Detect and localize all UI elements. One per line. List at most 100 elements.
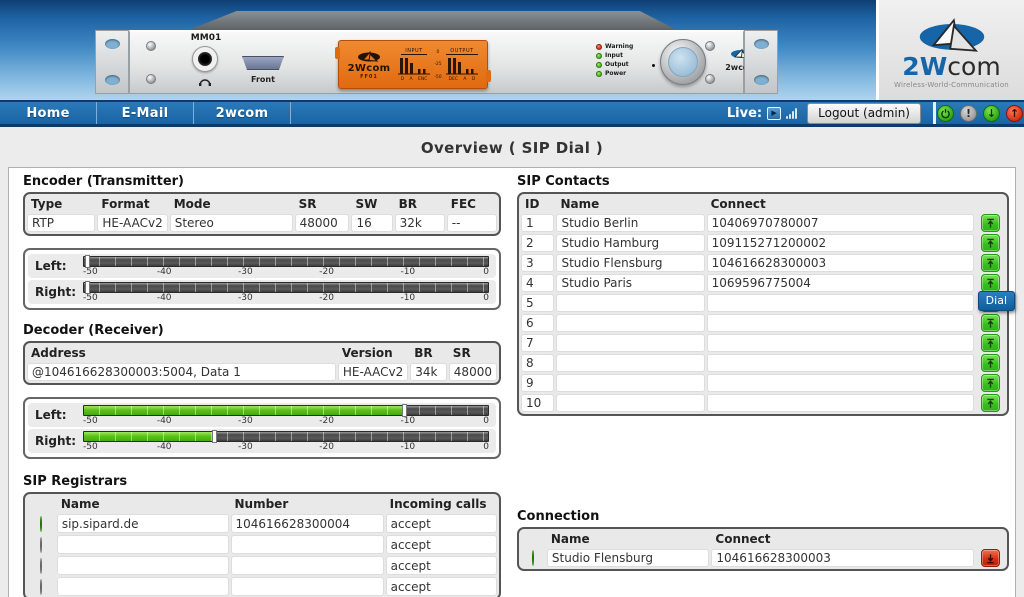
connection-table: Name Connect Studio Flensburg 1046166283… (517, 527, 1009, 571)
rack-hole (754, 75, 769, 85)
dial-button[interactable] (981, 394, 1000, 412)
meter-scale: -50-40-30-20-100 (83, 416, 489, 426)
contact-connect: 109115271200002 (707, 234, 975, 252)
content-panel: Encoder (Transmitter) Type Format Mode S… (8, 167, 1016, 597)
live-stream-group: Live: ▶ (727, 102, 797, 124)
device-led-block: Warning Input Output Power (596, 43, 633, 77)
registrar-number (231, 556, 384, 575)
registrar-status-led (40, 579, 42, 595)
level-marker (212, 430, 217, 443)
contact-row: 7 (521, 334, 1005, 352)
serial-port (242, 56, 284, 70)
level-marker (402, 404, 407, 417)
contact-name (556, 334, 704, 352)
dial-button[interactable] (981, 274, 1000, 292)
phone-pickup-icon (985, 338, 996, 349)
rack-ear-left (95, 30, 129, 94)
contact-id: 4 (521, 274, 554, 292)
registrar-number (231, 535, 384, 554)
registrar-incoming: accept (386, 535, 497, 554)
registrar-col-number: Number (231, 496, 384, 512)
contact-name (556, 354, 704, 372)
warning-status-icon: ! (960, 105, 977, 122)
phone-pickup-icon (985, 238, 996, 249)
decoder-heading: Decoder (Receiver) (23, 323, 501, 338)
encoder-left-meter: Left: -50-40-30-20-100 (28, 254, 496, 278)
contact-id: 8 (521, 354, 554, 372)
registrar-number (231, 577, 384, 596)
registrar-name (57, 556, 229, 575)
decoder-level-meters: Left: -50-40-30-20-100 Right: (23, 397, 501, 459)
contact-connect (707, 394, 975, 412)
play-icon[interactable]: ▶ (767, 107, 781, 120)
contact-connect (707, 354, 975, 372)
rack-ear-right (744, 30, 778, 94)
power-status-icon (937, 105, 954, 122)
disconnect-button[interactable] (981, 549, 1000, 567)
status-icon-group: ! ↓ ↑ (936, 102, 1024, 124)
dial-button[interactable] (981, 374, 1000, 392)
connection-status-led (532, 550, 534, 566)
registrar-col-incoming: Incoming calls (386, 496, 497, 512)
dial-button[interactable] (981, 234, 1000, 252)
phone-pickup-icon (985, 378, 996, 389)
registrar-status-led (40, 558, 42, 574)
meter-scale: -50-40-30-20-100 (83, 293, 489, 303)
dial-button[interactable] (981, 254, 1000, 272)
serial-port-label: Front (236, 75, 290, 84)
dial-button[interactable] (981, 214, 1000, 232)
registrar-name (57, 577, 229, 596)
meter-scale: -50-40-30-20-100 (83, 442, 489, 452)
decoder-table: Address Version BR SR @104616628300003:5… (23, 341, 501, 385)
2wcom-logo-icon (355, 50, 383, 63)
encoder-right-meter: Right: -50-40-30-20-100 (28, 280, 496, 304)
dial-button[interactable] (981, 354, 1000, 372)
nav-tab-2wcom[interactable]: 2wcom (194, 102, 291, 124)
rack-hole (754, 39, 769, 49)
input-status-icon: ↓ (983, 105, 1000, 122)
nav-tab-email[interactable]: E-Mail (97, 102, 194, 124)
level-marker (85, 255, 90, 268)
encoder-format: HE-AACv2 (97, 214, 167, 232)
encoder-col-fec: FEC (447, 196, 497, 212)
lcd-output-label: OUTPUT (446, 48, 477, 55)
decoder-col-version: Version (338, 345, 408, 361)
dial-button[interactable] (981, 334, 1000, 352)
connection-heading: Connection (517, 509, 1009, 524)
contact-col-connect: Connect (707, 196, 975, 212)
company-logo: 2Wcom Wireless-World-Communication (876, 0, 1024, 100)
encoder-col-format: Format (97, 196, 167, 212)
contact-connect (707, 314, 975, 332)
dial-button[interactable] (981, 314, 1000, 332)
phone-pickup-icon (985, 258, 996, 269)
device-front-panel: MM01 Front 2Wcom FF01 (129, 30, 744, 94)
decoder-br: 34k (410, 363, 447, 381)
contact-id: 5 (521, 294, 554, 312)
decoder-sr: 48000 (449, 363, 497, 381)
connection-connect: 104616628300003 (711, 549, 974, 567)
logout-button[interactable]: Logout (admin) (807, 103, 921, 124)
contact-row: 9 (521, 374, 1005, 392)
contact-name: Studio Paris (556, 274, 704, 292)
signal-bars-icon (786, 108, 797, 119)
connection-col-status (521, 531, 545, 547)
contact-name (556, 294, 704, 312)
encoder-col-br: BR (395, 196, 445, 212)
nav-tab-home[interactable]: Home (0, 102, 97, 124)
contact-name (556, 374, 704, 392)
level-marker (85, 281, 90, 294)
registrar-name (57, 535, 229, 554)
phone-pickup-icon (985, 278, 996, 289)
contact-connect: 1069596775004 (707, 274, 975, 292)
lcd-scale: 0 -25 -50 (434, 50, 441, 80)
connection-col-name: Name (547, 531, 710, 547)
warning-led (596, 44, 602, 50)
lcd-input-channels: D A ENC (401, 77, 428, 82)
phone-pickup-icon (985, 358, 996, 369)
contact-row: 2 Studio Hamburg 109115271200002 (521, 234, 1005, 252)
registrar-number: 104616628300004 (231, 514, 384, 533)
headphone-jack (192, 46, 218, 72)
registrar-col-status (27, 496, 55, 512)
registrar-row: sip.sipard.de 104616628300004 accept (27, 514, 497, 533)
contact-row: 4 Studio Paris 1069596775004 (521, 274, 1005, 292)
